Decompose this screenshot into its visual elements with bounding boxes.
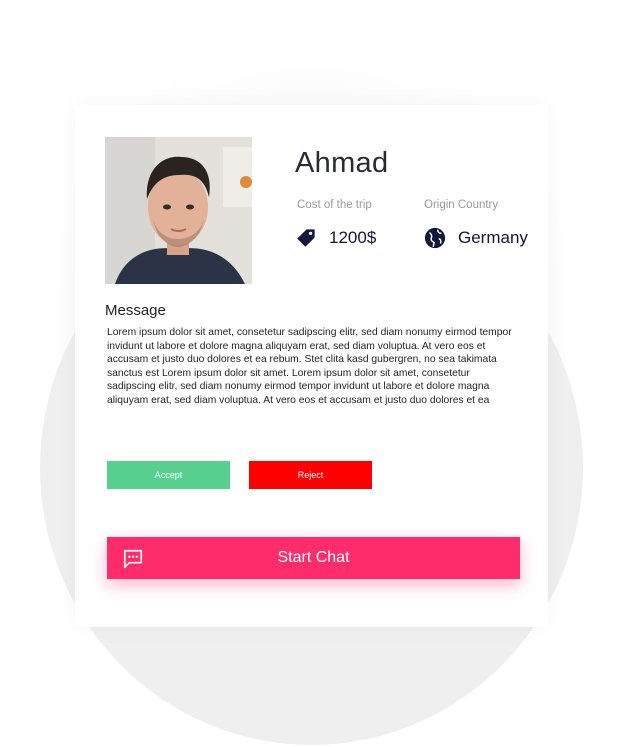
reject-button[interactable]: Reject xyxy=(249,461,372,489)
cost-value: 1200$ xyxy=(329,228,377,247)
message-title: Message xyxy=(105,302,166,319)
profile-card: Ahmad Cost of the trip Origin Country 12… xyxy=(75,105,548,627)
profile-name: Ahmad xyxy=(295,147,389,179)
globe-icon xyxy=(424,227,446,249)
avatar-photo xyxy=(105,137,252,284)
origin-value: Germany xyxy=(458,228,528,247)
origin-value-row: Germany xyxy=(424,227,528,249)
cost-label: Cost of the trip xyxy=(297,199,372,211)
price-tag-icon xyxy=(295,227,317,249)
origin-label: Origin Country xyxy=(424,199,499,211)
avatar xyxy=(105,137,252,284)
message-body: Lorem ipsum dolor sit amet, consetetur s… xyxy=(107,327,512,406)
start-chat-label: Start Chat xyxy=(277,549,350,566)
page-background: Ahmad Cost of the trip Origin Country 12… xyxy=(0,0,623,747)
chat-bubble-icon xyxy=(122,548,144,570)
accept-button[interactable]: Accept xyxy=(107,461,230,489)
cost-value-row: 1200$ xyxy=(295,227,376,249)
start-chat-button[interactable]: Start Chat xyxy=(107,537,520,579)
